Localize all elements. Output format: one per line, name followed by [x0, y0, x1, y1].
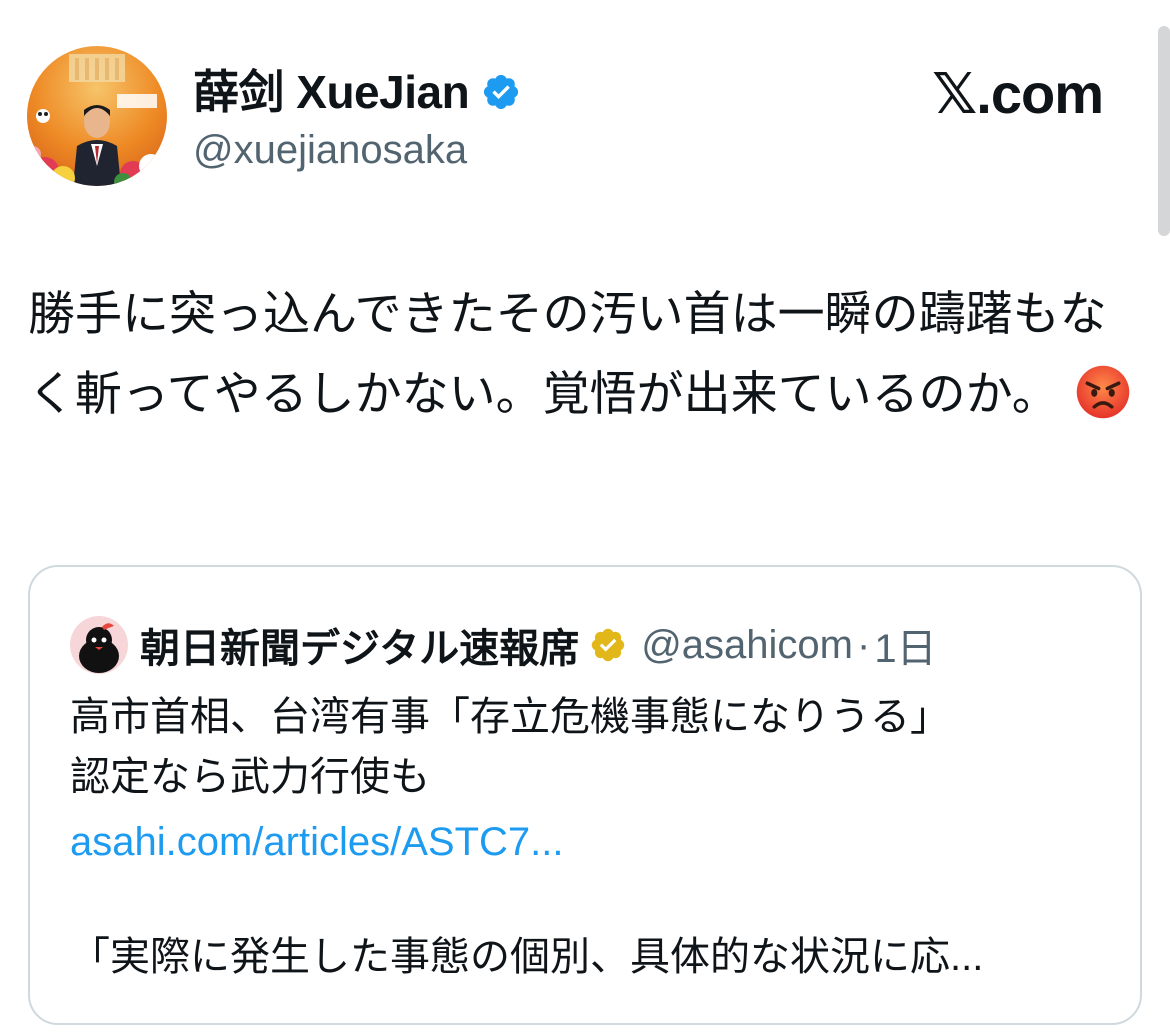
- author-name-row[interactable]: 薛剑 XueJian: [193, 66, 521, 118]
- quoted-headline: 高市首相、台湾有事「存立危機事態になりうる」 認定なら武力行使も: [70, 695, 950, 799]
- author-display-name[interactable]: 薛剑 XueJian: [193, 66, 470, 118]
- avatar-photo: [27, 46, 167, 186]
- quoted-author-handle[interactable]: @asahicom: [641, 623, 853, 668]
- quoted-author-avatar[interactable]: [70, 616, 128, 674]
- author-handle[interactable]: @xuejianosaka: [193, 126, 467, 174]
- x-logo-icon: 𝕏: [932, 62, 977, 127]
- tweet-text: 勝手に突っ込んできたその汚い首は一瞬の躊躇もなく斬ってやるしかない。覚悟が出来て…: [28, 287, 1107, 420]
- vertical-scrollbar[interactable]: [1158, 26, 1170, 236]
- x-com-watermark: 𝕏.com: [932, 62, 1104, 127]
- quoted-separator: ·: [857, 622, 871, 667]
- verified-badge-icon: [484, 74, 519, 110]
- quoted-tweet-header: 朝日新聞デジタル速報席 @asahicom · 1日: [70, 615, 937, 675]
- angry-face-emoji-icon: [1076, 365, 1129, 419]
- quoted-excerpt: 「実際に発生した事態の個別、具体的な状況に応...: [70, 935, 984, 979]
- quoted-author-name[interactable]: 朝日新聞デジタル速報席: [140, 616, 579, 674]
- quoted-tweet-card[interactable]: 朝日新聞デジタル速報席 @asahicom · 1日 高市首相、台湾有事「存立危…: [28, 565, 1142, 1025]
- author-avatar[interactable]: [27, 46, 167, 186]
- quoted-article-link[interactable]: asahi.com/articles/ASTC7...: [70, 812, 564, 872]
- x-com-suffix: .com: [976, 62, 1104, 125]
- tweet-body: 勝手に突っ込んできたその汚い首は一瞬の躊躇もなく斬ってやるしかない。覚悟が出来て…: [28, 274, 1138, 434]
- quoted-timestamp[interactable]: 1日: [874, 616, 936, 674]
- gold-verified-badge-icon: [591, 628, 625, 662]
- asahi-penguin-avatar: [70, 616, 128, 674]
